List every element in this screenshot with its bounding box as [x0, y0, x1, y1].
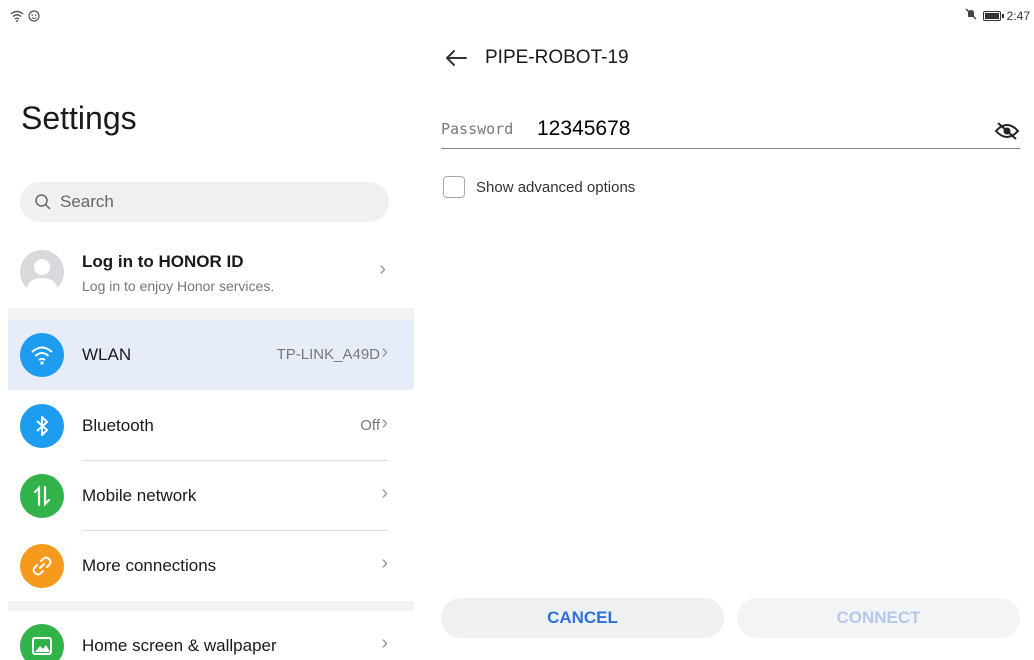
sidebar-item-bluetooth[interactable]: Bluetooth Off ›: [8, 391, 414, 461]
sidebar-item-mobile-network[interactable]: Mobile network ›: [8, 461, 414, 531]
chevron-right-icon: ›: [381, 341, 388, 363]
password-underline: [441, 148, 1020, 149]
advanced-options-label[interactable]: Show advanced options: [476, 179, 635, 196]
network-name: PIPE-ROBOT-19: [485, 47, 629, 68]
section-divider: [8, 601, 414, 611]
honor-id-login[interactable]: Log in to HONOR ID Log in to enjoy Honor…: [0, 236, 414, 308]
account-title: Log in to HONOR ID: [82, 252, 244, 271]
avatar-icon: [20, 250, 64, 294]
sidebar-item-label: WLAN: [82, 345, 132, 364]
search-bar[interactable]: [20, 182, 389, 222]
connect-button[interactable]: CONNECT: [737, 598, 1020, 638]
settings-list-panel: Settings Log in to HONOR ID Log in to en…: [0, 0, 414, 660]
wifi-connect-panel: PIPE-ROBOT-19 Password 12345678 Show adv…: [414, 0, 1034, 660]
eye-off-icon: [994, 122, 1020, 140]
password-input[interactable]: 12345678: [537, 117, 630, 141]
sidebar-item-label: Bluetooth: [82, 416, 154, 435]
cancel-button[interactable]: CANCEL: [441, 598, 724, 638]
sidebar-item-home-screen-wallpaper[interactable]: Home screen & wallpaper ›: [8, 611, 414, 660]
section-divider: [8, 308, 414, 320]
sidebar-item-label: Mobile network: [82, 486, 197, 505]
back-button[interactable]: [442, 44, 470, 72]
search-input[interactable]: [60, 192, 360, 212]
mobile-data-icon: [20, 474, 64, 518]
wlan-connected-network: TP-LINK_A49D: [276, 346, 380, 363]
sidebar-item-label: Home screen & wallpaper: [82, 636, 277, 655]
wifi-icon: [20, 333, 64, 377]
account-subtitle: Log in to enjoy Honor services.: [82, 278, 275, 294]
image-icon: [20, 624, 64, 660]
advanced-options-checkbox[interactable]: [443, 176, 465, 198]
arrow-left-icon: [446, 50, 467, 66]
bluetooth-status: Off: [360, 417, 380, 434]
chevron-right-icon: ›: [381, 412, 388, 434]
toggle-password-visibility[interactable]: [994, 121, 1020, 146]
bluetooth-icon: [20, 404, 64, 448]
sidebar-item-more-connections[interactable]: More connections ›: [8, 531, 414, 601]
search-icon: [35, 194, 51, 210]
password-label: Password: [441, 120, 514, 138]
chevron-right-icon: ›: [379, 258, 386, 280]
page-title: Settings: [21, 100, 137, 136]
chevron-right-icon: ›: [381, 482, 388, 504]
chevron-right-icon: ›: [381, 552, 388, 574]
link-icon: [20, 544, 64, 588]
sidebar-item-label: More connections: [82, 556, 217, 575]
chevron-right-icon: ›: [381, 632, 388, 654]
sidebar-item-wlan[interactable]: WLAN TP-LINK_A49D ›: [8, 320, 414, 390]
